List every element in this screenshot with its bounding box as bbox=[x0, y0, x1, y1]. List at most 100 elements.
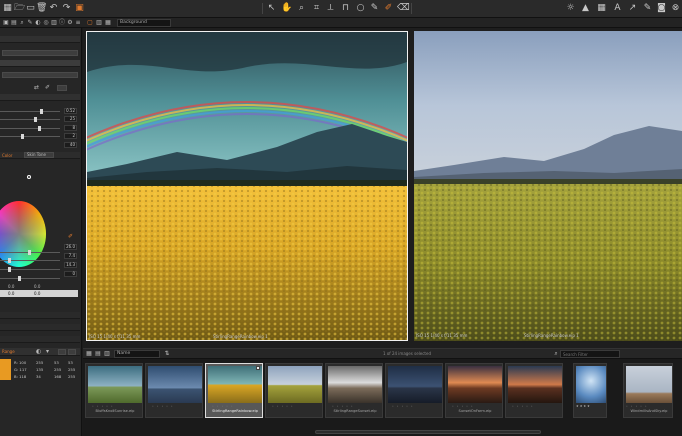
rating-stars[interactable]: ★★★★ bbox=[576, 404, 606, 408]
spot-removal-icon[interactable]: ○ bbox=[355, 3, 366, 14]
curve-icon[interactable]: ⇄ bbox=[34, 84, 39, 91]
cursor-icon[interactable]: ↗ bbox=[627, 3, 638, 14]
rating-dots[interactable]: • • • • • bbox=[152, 404, 198, 408]
folder-open-icon[interactable]: 🗁 bbox=[14, 3, 25, 14]
preset-field[interactable] bbox=[2, 50, 78, 56]
value-box[interactable]: 0 bbox=[64, 271, 77, 277]
close-icon[interactable]: ⊗ bbox=[670, 3, 681, 14]
value-box[interactable]: 0.52 bbox=[64, 108, 77, 114]
picker-icon[interactable]: ✐ bbox=[383, 3, 394, 14]
view-select[interactable]: Background bbox=[117, 19, 171, 27]
redo-icon[interactable]: ↷ bbox=[61, 3, 72, 14]
rating-dots[interactable]: • • • • • bbox=[392, 404, 438, 408]
secondary-image[interactable]: ISO 15 1/40 s f/11 35 mm StirlingRangeRa… bbox=[414, 31, 682, 341]
pan-icon[interactable]: ✋ bbox=[281, 3, 292, 14]
value-box[interactable]: 2 bbox=[64, 133, 77, 139]
search-input[interactable] bbox=[560, 350, 620, 358]
reset-icon[interactable]: ▣ bbox=[74, 3, 85, 14]
thumbnail[interactable]: ★★★★ bbox=[573, 363, 607, 418]
single-view-icon[interactable]: ▢ bbox=[86, 19, 94, 27]
thumbnail[interactable]: • • • • • bbox=[505, 363, 563, 418]
browser-scrollbar[interactable] bbox=[315, 430, 541, 434]
keystone-icon[interactable]: ⊓ bbox=[340, 3, 351, 14]
slider-knob[interactable] bbox=[34, 117, 37, 122]
camera-icon[interactable]: ◙ bbox=[656, 3, 667, 14]
primary-image[interactable]: ISO 15 1/40 s f/11 35 mm StirlingRangeRa… bbox=[86, 31, 408, 341]
filmstrip-icon[interactable]: ▥ bbox=[103, 350, 111, 358]
eraser-icon[interactable]: ⌫ bbox=[397, 3, 410, 14]
section-header[interactable] bbox=[0, 94, 80, 101]
adjust-icon[interactable]: ✎ bbox=[26, 19, 34, 27]
output-icon[interactable]: ⚙ bbox=[66, 19, 74, 27]
library-icon[interactable]: ▤ bbox=[10, 19, 18, 27]
rating-dots[interactable]: • • • • • bbox=[92, 404, 138, 408]
sort-select[interactable]: Name bbox=[114, 350, 160, 358]
folder-icon[interactable]: ▭ bbox=[25, 3, 36, 14]
grid-overlay-icon[interactable]: ▦ bbox=[596, 3, 607, 14]
value-box[interactable]: 7.4 bbox=[64, 253, 77, 259]
lightbulb-icon[interactable]: ☼ bbox=[565, 3, 576, 14]
panel-header[interactable] bbox=[0, 36, 80, 43]
search-icon[interactable]: ⌕ bbox=[18, 19, 26, 27]
section-header[interactable] bbox=[0, 312, 80, 319]
style-field[interactable] bbox=[2, 72, 78, 78]
tab-color[interactable]: Color bbox=[2, 153, 12, 158]
section-header[interactable] bbox=[0, 336, 80, 343]
thumbnail[interactable]: • • • • • BluffsKnollSunrise.eip bbox=[85, 363, 143, 418]
plus-button[interactable] bbox=[58, 349, 66, 355]
contrast-icon[interactable]: ◐ bbox=[36, 348, 41, 355]
pointer-icon[interactable]: ↖ bbox=[266, 3, 277, 14]
details-icon[interactable]: ▥ bbox=[50, 19, 58, 27]
brush-tool-icon[interactable]: ✎ bbox=[642, 3, 653, 14]
lens-icon[interactable]: ◎ bbox=[42, 19, 50, 27]
selection-bar[interactable]: 0.0 0.0 bbox=[0, 290, 78, 297]
trash-icon[interactable]: 🗑 bbox=[36, 3, 47, 14]
value-box[interactable]: 25 bbox=[64, 116, 77, 122]
slider-knob[interactable] bbox=[21, 134, 24, 139]
menu-button[interactable] bbox=[57, 85, 67, 91]
undo-icon[interactable]: ↶ bbox=[48, 3, 59, 14]
dropdown-icon[interactable]: ▾ bbox=[46, 348, 49, 355]
zoom-icon[interactable]: ⌕ bbox=[296, 3, 307, 14]
thumbnail[interactable]: • • • • • WindmillsAndSky.eip bbox=[623, 363, 673, 418]
slider-knob[interactable] bbox=[40, 109, 43, 114]
text-icon[interactable]: A bbox=[612, 3, 623, 14]
grid-icon[interactable]: ▦ bbox=[2, 3, 13, 14]
slider-knob[interactable] bbox=[38, 126, 41, 131]
value-box[interactable]: 14.3 bbox=[64, 262, 77, 268]
multi-view-icon[interactable]: ▥ bbox=[95, 19, 103, 27]
color-swatch[interactable] bbox=[0, 359, 11, 380]
rating-dots[interactable]: • • • • • bbox=[512, 404, 558, 408]
slider-knob[interactable] bbox=[8, 267, 11, 272]
wheel-handle[interactable] bbox=[27, 175, 31, 179]
tab-skin-tone[interactable]: Skin Tone bbox=[24, 152, 54, 158]
local-adjust-icon[interactable]: ✎ bbox=[369, 3, 380, 14]
panel-header[interactable] bbox=[0, 60, 80, 67]
exposure-icon[interactable]: ◐ bbox=[34, 19, 42, 27]
value-box[interactable]: 26.0 bbox=[64, 244, 77, 250]
warning-icon[interactable]: ▲ bbox=[580, 3, 591, 14]
color-wheel[interactable] bbox=[0, 201, 46, 267]
rating-dots[interactable]: • • • • • bbox=[452, 404, 498, 408]
rating-dots[interactable]: • • • • • bbox=[332, 404, 378, 408]
value-box[interactable]: 8 bbox=[64, 125, 77, 131]
value-box[interactable]: 40 bbox=[64, 142, 77, 148]
rating-dots[interactable]: • • • • • bbox=[272, 404, 318, 408]
thumbnail-selected[interactable]: • • • • • StirlingRangeRainbow.eip bbox=[205, 363, 263, 418]
slider-knob[interactable] bbox=[18, 276, 21, 281]
list-view-icon[interactable]: ▤ bbox=[94, 350, 102, 358]
eyedropper-icon[interactable]: ✐ bbox=[45, 84, 50, 91]
straighten-icon[interactable]: ⟂ bbox=[325, 3, 336, 14]
thumbnail[interactable]: • • • • • SunsetOnFarm.eip bbox=[445, 363, 503, 418]
grid-view-icon[interactable]: ▦ bbox=[85, 350, 93, 358]
rating-dots[interactable]: • • • • • bbox=[626, 404, 672, 408]
rating-dots[interactable]: • • • • • bbox=[212, 404, 258, 408]
info-icon[interactable]: ⓘ bbox=[58, 19, 66, 27]
sort-order-icon[interactable]: ⇅ bbox=[163, 350, 171, 358]
thumbnail[interactable]: • • • • • bbox=[385, 363, 443, 418]
batch-icon[interactable]: ≡ bbox=[74, 19, 82, 27]
picker-icon[interactable]: ✐ bbox=[68, 233, 73, 240]
slider-knob[interactable] bbox=[8, 258, 11, 263]
crop-icon[interactable]: ⌗ bbox=[311, 3, 322, 14]
slider-knob[interactable] bbox=[28, 250, 31, 255]
